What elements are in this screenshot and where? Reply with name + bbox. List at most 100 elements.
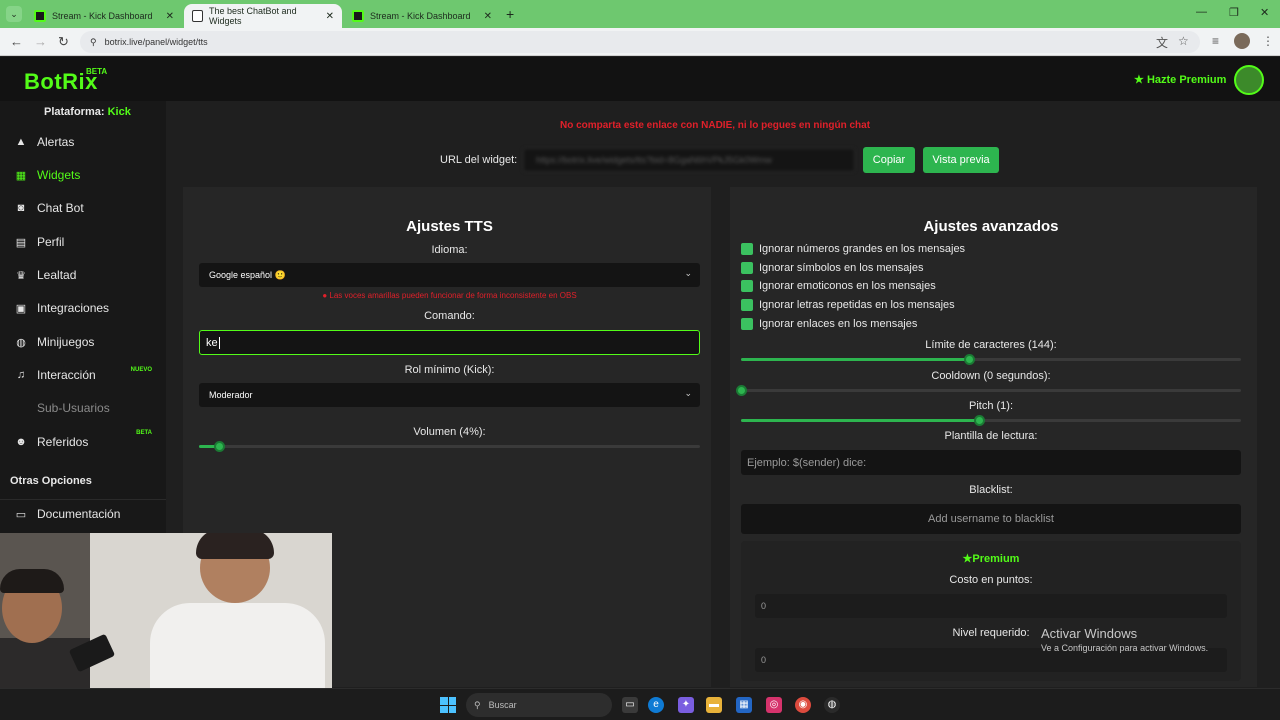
webcam-overlay	[0, 533, 332, 688]
slider-handle[interactable]	[963, 354, 975, 365]
browser-tab-1[interactable]: Stream - Kick Dashboard ✕	[26, 4, 182, 28]
windows-taskbar: ⚲ Buscar ▭ e ✦ ▬ ▦ ◎ ◉ ◍	[0, 688, 1280, 720]
copy-button[interactable]: Copiar	[863, 147, 915, 173]
reload-icon[interactable]: ↻	[58, 34, 69, 50]
premium-link[interactable]: ★ Hazte Premium	[1134, 73, 1226, 86]
premium-title: Premium	[972, 553, 1020, 565]
voice-warning: ● Las voces amarillas pueden funcionar d…	[199, 291, 700, 300]
alert-icon: ●	[322, 291, 328, 300]
search-icon: ⚲	[474, 699, 481, 710]
sidebar-item-label: Integraciones	[37, 301, 110, 315]
back-icon[interactable]: ←	[10, 34, 23, 49]
address-bar[interactable]: ⚲ botrix.live/panel/widget/tts	[80, 31, 1200, 53]
slider-handle[interactable]	[973, 415, 985, 426]
windows-activation-watermark: Activar Windows Ve a Configuración para …	[1041, 626, 1208, 653]
close-icon[interactable]: ✕	[484, 11, 492, 22]
template-label: Plantilla de lectura:	[944, 430, 1038, 442]
file-explorer-icon[interactable]: ▬	[706, 697, 722, 713]
ignore-links-checkbox[interactable]: Ignorar enlaces en los mensajes	[741, 318, 917, 330]
extensions-icon[interactable]: ≡	[1212, 34, 1219, 48]
cooldown-slider[interactable]	[736, 385, 1241, 396]
sidebar-item-interaccion[interactable]: ♫ Interacción NUEVO	[14, 365, 160, 385]
store-icon[interactable]: ▦	[736, 697, 752, 713]
new-badge: NUEVO	[130, 367, 152, 373]
beta-badge: BETA	[86, 67, 108, 76]
user-avatar[interactable]	[1234, 65, 1264, 95]
sidebar-item-widgets[interactable]: ▦ Widgets	[14, 165, 160, 185]
watermark-subtitle: Ve a Configuración para activar Windows.	[1041, 643, 1209, 653]
char-limit-slider[interactable]	[741, 354, 1241, 365]
ignore-symbols-checkbox[interactable]: Ignorar símbolos en los mensajes	[741, 262, 923, 274]
bookmark-star-icon[interactable]: ☆	[1178, 34, 1189, 48]
blacklist-label: Blacklist:	[969, 484, 1013, 496]
sidebar-item-label: Alertas	[37, 135, 75, 149]
sidebar-item-lealtad[interactable]: ♛ Lealtad	[14, 265, 160, 285]
chrome-icon[interactable]: ◉	[795, 697, 811, 713]
template-placeholder: Ejemplo: $(sender) dice:	[747, 456, 867, 469]
site-info-icon[interactable]: ⚲	[90, 37, 97, 48]
tab-title: Stream - Kick Dashboard	[52, 11, 153, 21]
sidebar-item-sub-usuarios[interactable]: Sub-Usuarios	[14, 398, 160, 418]
blacklist-placeholder: Add username to blacklist	[928, 513, 1054, 525]
minimize-icon[interactable]: —	[1196, 6, 1207, 18]
sidebar-item-minijuegos[interactable]: ◍ Minijuegos	[14, 332, 160, 352]
restore-icon[interactable]: ❐	[1229, 6, 1239, 19]
close-icon[interactable]: ✕	[326, 11, 334, 22]
forward-icon[interactable]: →	[34, 34, 47, 49]
ignore-emotes-checkbox[interactable]: Ignorar emoticonos en los mensajes	[741, 280, 936, 292]
sidebar-item-perfil[interactable]: ▤ Perfil	[14, 232, 160, 252]
sidebar-item-documentacion[interactable]: ▭ Documentación	[14, 504, 160, 524]
grid-icon: ▦	[15, 169, 27, 182]
other-options-heading: Otras Opciones	[10, 475, 92, 487]
role-select[interactable]: Moderador ⌄	[199, 383, 700, 407]
platform-value: Kick	[107, 106, 131, 118]
preview-button[interactable]: Vista previa	[923, 147, 999, 173]
guest-hair	[0, 569, 64, 593]
command-input[interactable]: ke	[199, 330, 700, 355]
plug-icon: ▣	[15, 302, 27, 315]
close-window-icon[interactable]: ✕	[1260, 6, 1269, 19]
template-input[interactable]: Ejemplo: $(sender) dice:	[741, 450, 1241, 475]
instagram-icon[interactable]: ◎	[766, 697, 782, 713]
id-card-icon: ▤	[15, 236, 27, 249]
new-tab-button[interactable]: +	[506, 6, 514, 22]
cost-label: Costo en puntos:	[949, 574, 1033, 586]
edge-icon[interactable]: e	[648, 697, 664, 713]
menu-dots-icon[interactable]: ⋮	[1262, 34, 1274, 48]
blacklist-input[interactable]: Add username to blacklist	[741, 504, 1241, 534]
profile-avatar[interactable]	[1234, 33, 1250, 49]
windows-start-icon[interactable]	[440, 697, 456, 713]
sidebar-item-chat-bot[interactable]: ◙ Chat Bot	[14, 198, 160, 218]
sidebar-item-label: Widgets	[37, 168, 81, 182]
close-icon[interactable]: ✕	[166, 11, 174, 22]
sidebar-item-integraciones[interactable]: ▣ Integraciones	[14, 298, 160, 318]
command-value: ke	[206, 336, 218, 349]
role-value: Moderador	[209, 390, 253, 400]
translate-icon[interactable]: 文	[1156, 34, 1168, 51]
ignore-numbers-checkbox[interactable]: Ignorar números grandes en los mensajes	[741, 243, 965, 255]
browser-tab-3[interactable]: Stream - Kick Dashboard ✕	[344, 4, 500, 28]
tab-title: Stream - Kick Dashboard	[370, 11, 471, 21]
task-view-icon[interactable]: ▭	[622, 697, 638, 713]
browser-tab-strip: ⌄ Stream - Kick Dashboard ✕ The best Cha…	[0, 0, 1280, 28]
language-select[interactable]: Google español 🙂 ⌄	[199, 263, 700, 287]
language-label: Idioma:	[431, 244, 468, 256]
cost-value: 0	[761, 601, 767, 611]
widget-url-field[interactable]: https://botrix.live/widgets/tts?bid=8Gga…	[523, 148, 855, 172]
pitch-slider[interactable]	[741, 415, 1241, 426]
browser-tab-2[interactable]: The best ChatBot and Widgets ✕	[184, 4, 342, 28]
slider-handle[interactable]	[736, 385, 747, 396]
volume-slider[interactable]	[199, 441, 700, 452]
pitch-label: Pitch (1):	[968, 400, 1013, 412]
copilot-icon[interactable]: ✦	[678, 697, 694, 713]
slider-handle[interactable]	[214, 441, 226, 452]
music-icon: ♫	[16, 369, 26, 381]
taskbar-search[interactable]: ⚲ Buscar	[466, 693, 612, 717]
sidebar-item-alertas[interactable]: ▲ Alertas	[14, 132, 160, 152]
ignore-repeated-letters-checkbox[interactable]: Ignorar letras repetidas en los mensajes	[741, 299, 955, 311]
command-label: Comando:	[424, 310, 475, 322]
tab-search-icon[interactable]: ⌄	[6, 6, 22, 22]
cost-input[interactable]: 0	[755, 594, 1227, 618]
sidebar-item-referidos[interactable]: ☻ Referidos BETA	[14, 430, 160, 452]
obs-icon[interactable]: ◍	[824, 697, 840, 713]
